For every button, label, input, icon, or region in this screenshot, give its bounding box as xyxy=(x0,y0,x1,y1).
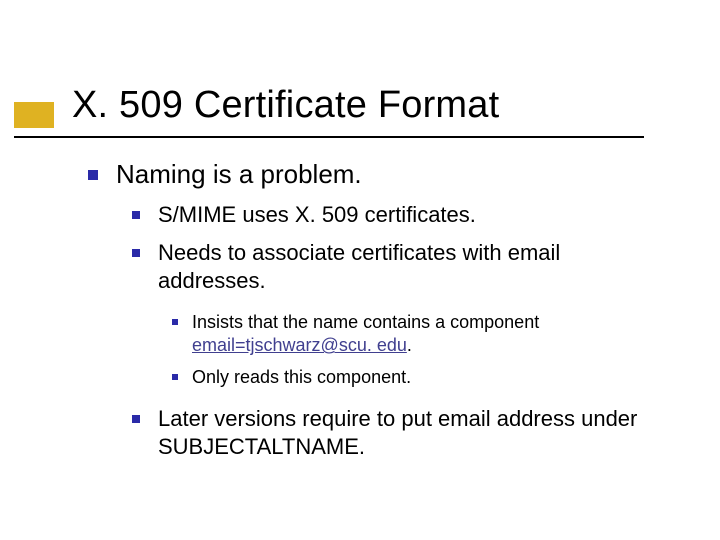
slide: X. 509 Certificate Format Naming is a pr… xyxy=(0,0,720,540)
bullet-level3: Only reads this component. xyxy=(158,366,672,389)
title-rule xyxy=(14,136,644,138)
square-bullet-icon xyxy=(172,319,178,325)
square-bullet-icon xyxy=(132,415,140,423)
slide-title: X. 509 Certificate Format xyxy=(72,84,499,127)
bullet-level2: S/MIME uses X. 509 certificates. xyxy=(116,201,672,229)
square-bullet-icon xyxy=(88,170,98,180)
square-bullet-icon xyxy=(132,211,140,219)
bullet-text: Only reads this component. xyxy=(192,367,411,387)
email-link[interactable]: email=tjschwarz@scu. edu xyxy=(192,335,407,355)
bullet-text: Naming is a problem. xyxy=(116,159,362,189)
square-bullet-icon xyxy=(172,374,178,380)
slide-body: Naming is a problem. S/MIME uses X. 509 … xyxy=(72,158,672,465)
bullet-level2: Later versions require to put email addr… xyxy=(116,405,672,461)
bullet-text-post: . xyxy=(407,335,412,355)
bullet-text: S/MIME uses X. 509 certificates. xyxy=(158,202,476,227)
square-bullet-icon xyxy=(132,249,140,257)
bullet-level1: Naming is a problem. xyxy=(72,158,672,191)
bullet-level3: Insists that the name contains a compone… xyxy=(158,311,672,358)
bullet-text-pre: Insists that the name contains a compone… xyxy=(192,312,539,332)
accent-block xyxy=(14,102,54,128)
bullet-level2: Needs to associate certificates with ema… xyxy=(116,239,672,295)
bullet-text: Later versions require to put email addr… xyxy=(158,406,637,459)
bullet-text: Needs to associate certificates with ema… xyxy=(158,240,560,293)
